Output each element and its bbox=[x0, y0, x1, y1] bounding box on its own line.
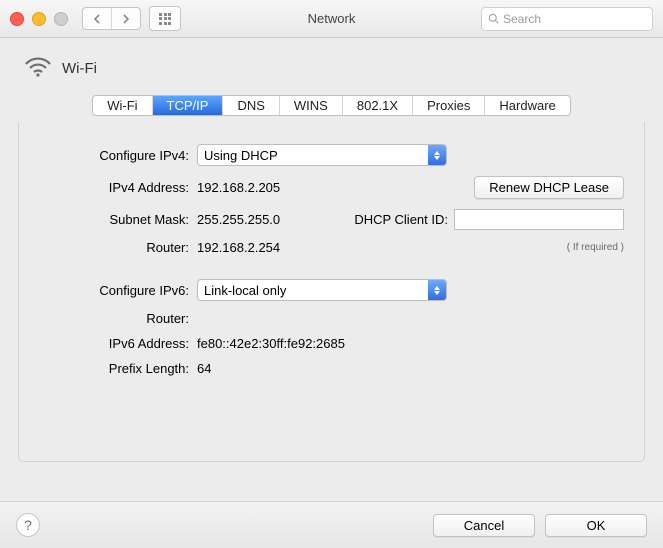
configure-ipv4-select[interactable]: Using DHCP bbox=[197, 144, 447, 166]
ipv6-address-value: fe80::42e2:30ff:fe92:2685 bbox=[197, 336, 345, 351]
cancel-button[interactable]: Cancel bbox=[433, 514, 535, 537]
chevron-updown-icon bbox=[428, 280, 446, 300]
subnet-mask-value: 255.255.255.0 bbox=[197, 212, 280, 227]
connection-name: Wi-Fi bbox=[62, 60, 97, 77]
nav-segmented bbox=[82, 7, 141, 30]
ok-button[interactable]: OK bbox=[545, 514, 647, 537]
window-controls bbox=[10, 12, 68, 26]
tab-8021x[interactable]: 802.1X bbox=[342, 96, 412, 115]
tab-proxies[interactable]: Proxies bbox=[412, 96, 484, 115]
help-button[interactable]: ? bbox=[16, 513, 40, 537]
dhcp-client-id-label: DHCP Client ID: bbox=[354, 212, 448, 227]
tab-bar: Wi-FiTCP/IPDNSWINS802.1XProxiesHardware bbox=[18, 95, 645, 116]
configure-ipv4-value: Using DHCP bbox=[204, 148, 278, 163]
wifi-icon bbox=[24, 56, 52, 81]
search-placeholder: Search bbox=[503, 12, 541, 26]
ipv4-router-value: 192.168.2.254 bbox=[197, 240, 280, 255]
dhcp-client-id-input[interactable] bbox=[454, 209, 624, 230]
prefix-length-label: Prefix Length: bbox=[39, 361, 197, 376]
configure-ipv4-label: Configure IPv4: bbox=[39, 148, 197, 163]
search-icon bbox=[488, 13, 499, 24]
tab-dns[interactable]: DNS bbox=[222, 96, 278, 115]
search-field[interactable]: Search bbox=[481, 7, 653, 31]
ipv6-address-label: IPv6 Address: bbox=[39, 336, 197, 351]
grid-icon bbox=[159, 13, 171, 25]
tab-wifi[interactable]: Wi-Fi bbox=[93, 96, 151, 115]
configure-ipv6-value: Link-local only bbox=[204, 283, 286, 298]
connection-header: Wi-Fi bbox=[18, 52, 645, 95]
ipv4-address-label: IPv4 Address: bbox=[39, 180, 197, 195]
tab-wins[interactable]: WINS bbox=[279, 96, 342, 115]
maximize-window-button[interactable] bbox=[54, 12, 68, 26]
chevron-updown-icon bbox=[428, 145, 446, 165]
subnet-mask-label: Subnet Mask: bbox=[39, 212, 197, 227]
prefix-length-value: 64 bbox=[197, 361, 211, 376]
titlebar: Network Search bbox=[0, 0, 663, 38]
footer-bar: ? Cancel OK bbox=[0, 501, 663, 548]
tcpip-pane: Configure IPv4: Using DHCP IPv4 Address:… bbox=[18, 122, 645, 462]
dhcp-client-id-hint: ( If required ) bbox=[567, 242, 624, 253]
configure-ipv6-select[interactable]: Link-local only bbox=[197, 279, 447, 301]
show-all-button[interactable] bbox=[149, 6, 181, 31]
tab-tcpip[interactable]: TCP/IP bbox=[152, 96, 223, 115]
configure-ipv6-label: Configure IPv6: bbox=[39, 283, 197, 298]
ipv4-address-value: 192.168.2.205 bbox=[197, 180, 280, 195]
close-window-button[interactable] bbox=[10, 12, 24, 26]
minimize-window-button[interactable] bbox=[32, 12, 46, 26]
nav-back-button[interactable] bbox=[83, 8, 111, 29]
tab-hardware[interactable]: Hardware bbox=[484, 96, 569, 115]
ipv4-router-label: Router: bbox=[39, 240, 197, 255]
ipv6-router-label: Router: bbox=[39, 311, 197, 326]
nav-forward-button[interactable] bbox=[111, 8, 140, 29]
renew-dhcp-lease-button[interactable]: Renew DHCP Lease bbox=[474, 176, 624, 199]
